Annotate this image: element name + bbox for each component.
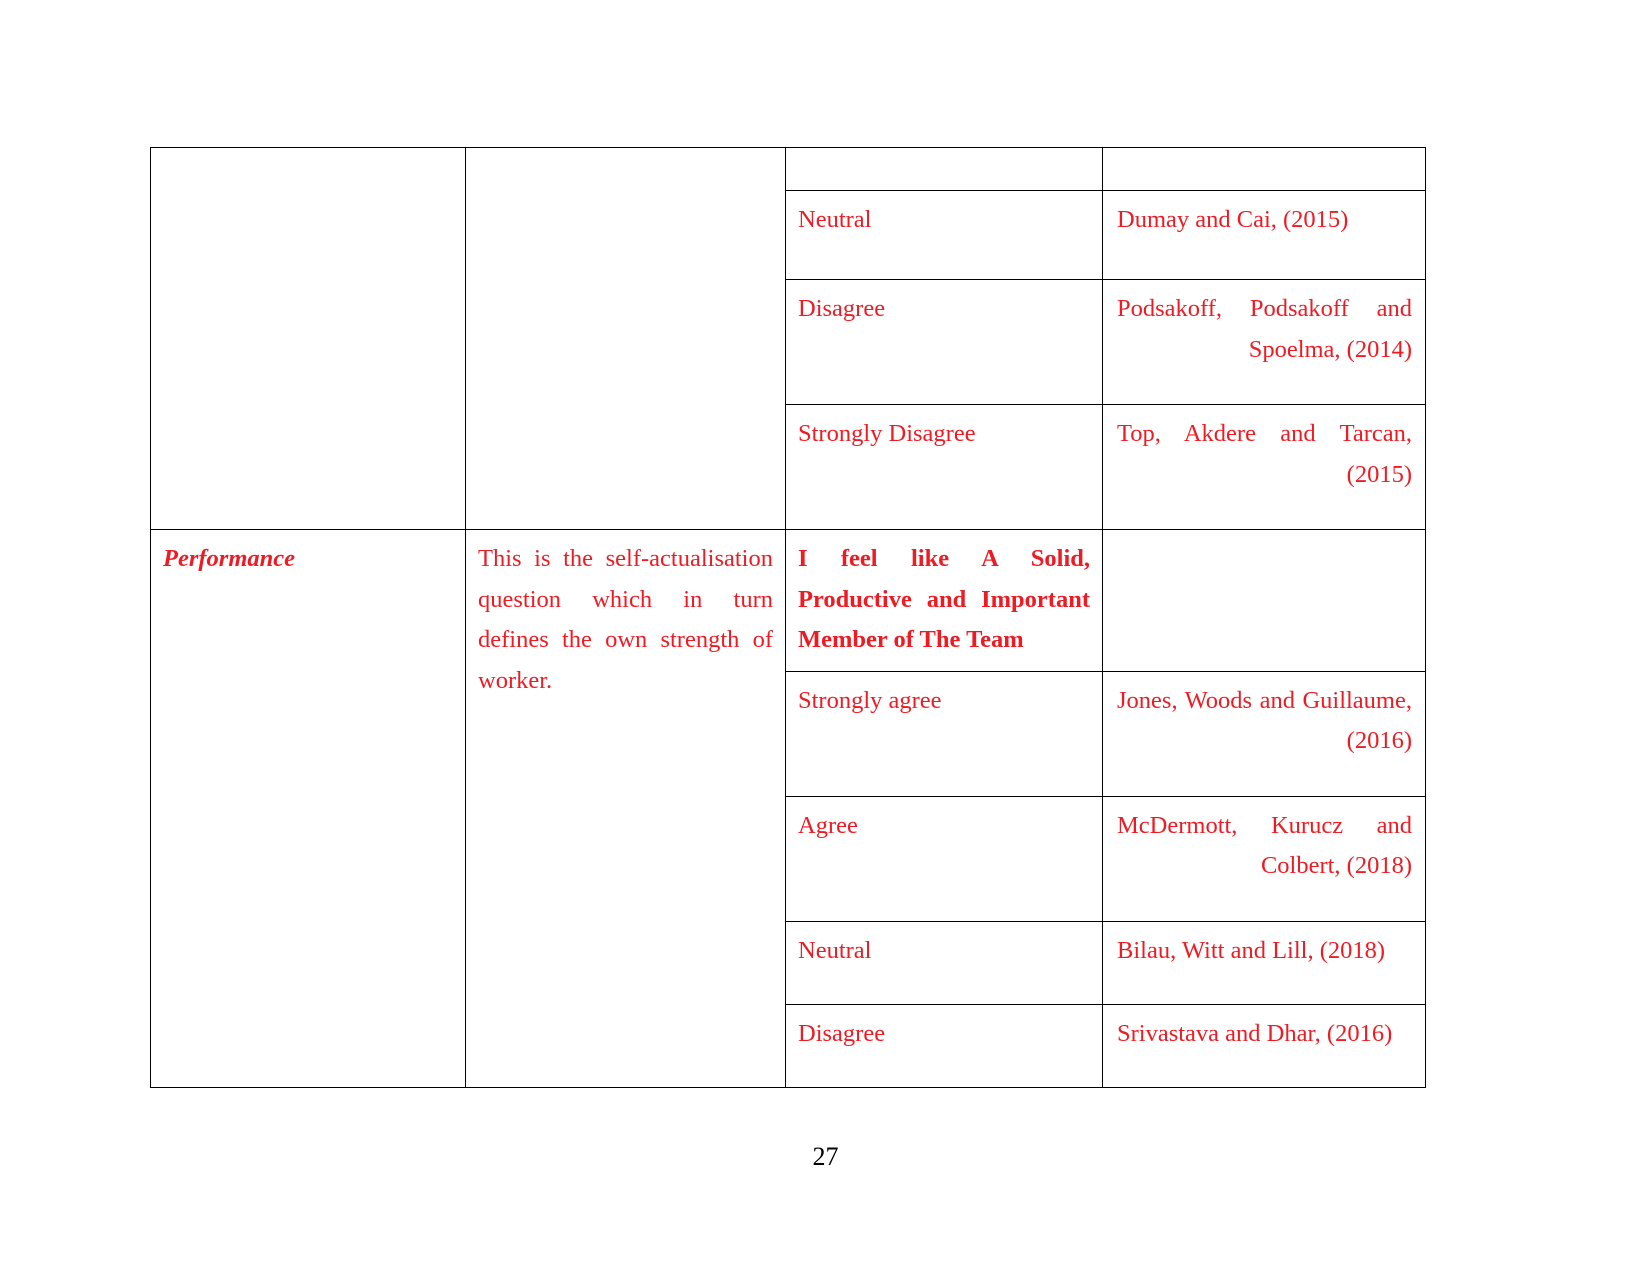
- scale-item-cell-neutral-1: Neutral: [785, 190, 1103, 280]
- reference-cell-strongly-disagree-1: Top, Akdere and Tarcan, (2015): [1102, 404, 1426, 530]
- reference-text-neutral-1: Dumay and Cai, (2015): [1117, 206, 1349, 233]
- document-page: Neutral Dumay and Cai, (2015) Disagree P…: [0, 0, 1651, 1275]
- reference-text-disagree-2: Srivastava and Dhar, (2016): [1117, 1019, 1393, 1047]
- scale-item-cell-statement: I feel like A Solid, Productive and Impo…: [785, 529, 1103, 672]
- reference-cell-empty: [1102, 147, 1426, 191]
- reference-text-empty: [1103, 148, 1425, 167]
- reference-cell-disagree-1: Podsakoff, Podsakoff and Spoelma, (2014): [1102, 279, 1426, 405]
- scale-item-statement-performance: I feel like A Solid, Productive and Impo…: [798, 545, 1090, 653]
- scale-item-cell-neutral-2: Neutral: [785, 920, 1103, 1005]
- reference-cell-strongly-agree-2: Jones, Woods and Guillaume, (2016): [1102, 670, 1426, 797]
- reference-text-disagree-1: Podsakoff, Podsakoff and Spoelma, (2014): [1117, 295, 1412, 363]
- page-number: 27: [812, 1142, 839, 1171]
- reference-text-agree-2: McDermott, Kurucz and Colbert, (2018): [1117, 811, 1412, 880]
- scale-item-cell-disagree-2: Disagree: [785, 1003, 1103, 1088]
- reference-text-strongly-agree-2: Jones, Woods and Guillaume, (2016): [1117, 686, 1412, 755]
- description-text-upper: [466, 148, 785, 167]
- construct-cell-empty-upper: [150, 147, 466, 530]
- reference-cell-agree-2: McDermott, Kurucz and Colbert, (2018): [1102, 795, 1426, 922]
- scale-item-label-disagree-2: Disagree: [798, 1019, 886, 1047]
- questionnaire-table-wrapper: Neutral Dumay and Cai, (2015) Disagree P…: [150, 147, 1426, 1088]
- scale-item-cell-empty: [785, 147, 1103, 191]
- scale-item-label-disagree-1: Disagree: [798, 295, 886, 322]
- construct-label-performance: Performance: [163, 545, 295, 572]
- description-text-performance: This is the self-actualisation question …: [478, 545, 773, 694]
- reference-text-neutral-2: Bilau, Witt and Lill, (2018): [1117, 936, 1386, 964]
- description-cell-empty-upper: [465, 147, 786, 530]
- scale-item-label-strongly-agree-2: Strongly agree: [798, 686, 942, 714]
- reference-cell-statement: [1102, 529, 1426, 672]
- reference-cell-neutral-1: Dumay and Cai, (2015): [1102, 190, 1426, 280]
- scale-item-label-strongly-disagree-1: Strongly Disagree: [798, 420, 976, 447]
- reference-cell-neutral-2: Bilau, Witt and Lill, (2018): [1102, 920, 1426, 1005]
- scale-item-cell-strongly-agree-2: Strongly agree: [785, 670, 1103, 797]
- scale-item-label-neutral-2: Neutral: [798, 936, 872, 964]
- scale-item-cell-agree-2: Agree: [785, 795, 1103, 922]
- table-row: Performance This is the self-actualisati…: [150, 529, 1426, 1088]
- scale-item-cell-disagree-1: Disagree: [785, 279, 1103, 405]
- scale-item-cell-strongly-disagree-1: Strongly Disagree: [785, 404, 1103, 530]
- questionnaire-table: Neutral Dumay and Cai, (2015) Disagree P…: [150, 147, 1426, 1088]
- reference-cell-disagree-2: Srivastava and Dhar, (2016): [1102, 1003, 1426, 1088]
- description-cell-performance: This is the self-actualisation question …: [465, 529, 786, 1088]
- scale-item-label-empty: [786, 148, 1102, 167]
- table-row: [150, 147, 1426, 530]
- construct-label-upper: [151, 148, 465, 167]
- scale-item-label-agree-2: Agree: [798, 811, 858, 839]
- construct-cell-performance: Performance: [150, 529, 466, 1088]
- scale-item-label-neutral-1: Neutral: [798, 206, 872, 233]
- reference-text-statement: [1103, 530, 1425, 549]
- reference-text-strongly-disagree-1: Top, Akdere and Tarcan, (2015): [1117, 420, 1412, 488]
